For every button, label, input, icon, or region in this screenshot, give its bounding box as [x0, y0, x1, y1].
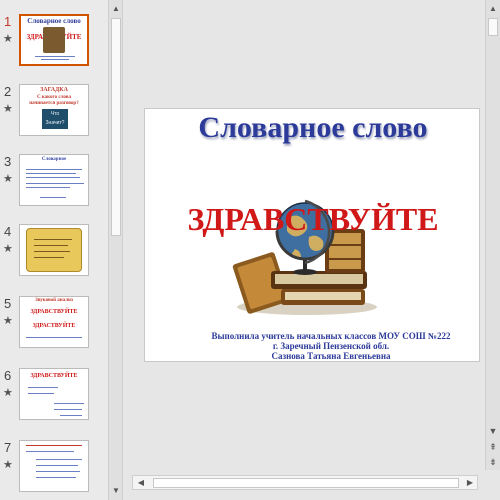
thumbnail-text-line [36, 465, 78, 466]
vertical-scroll-thumb[interactable] [488, 18, 498, 36]
slide-title[interactable]: Словарное слово [145, 111, 481, 145]
animation-star-icon: ★ [3, 243, 13, 255]
slide-vertical-scrollbar[interactable]: ▲ ▼ ⇞ ⇟ [485, 0, 500, 470]
thumbnail-title: Звуковой анализ [35, 298, 73, 303]
horizontal-scroll-thumb[interactable] [153, 478, 459, 488]
animation-star-icon: ★ [3, 459, 13, 471]
slide-thumbnail-5[interactable]: Звуковой анализ ЗДРАВСТВУЙТЕ ЗДРАСТВУЙТЕ [19, 296, 89, 348]
thumbnail-text-line [36, 471, 80, 472]
thumbnail-scrollbar[interactable]: ▲ ▼ [108, 0, 123, 500]
animation-star-icon: ★ [3, 103, 13, 115]
scroll-right-icon[interactable]: ▶ [463, 476, 477, 490]
thumbnail-row-2[interactable]: 2 ★ ЗАГАДКА С какого слова начинается ра… [0, 84, 108, 144]
thumbnail-text-line [40, 197, 66, 198]
slide-thumbnail-7[interactable] [19, 440, 89, 492]
thumbnail-text-line [36, 477, 76, 478]
scroll-left-icon[interactable]: ◀ [134, 476, 148, 490]
thumbnail-title: Словарное [41, 157, 67, 162]
slide-number: 3 [4, 154, 12, 169]
thumbnail-row-1[interactable]: 1 ★ Словарное слово ЗДРАВСТВУЙТЕ [0, 14, 108, 74]
thumbnail-text-line [34, 245, 68, 246]
thumbnail-row-5[interactable]: 5 ★ Звуковой анализ ЗДРАВСТВУЙТЕ ЗДРАСТВ… [0, 296, 108, 356]
thumbnail-badge: Что Значит? [42, 109, 68, 129]
thumbnail-row-4[interactable]: 4 ★ [0, 224, 108, 284]
thumbnail-text-line [34, 251, 70, 252]
next-slide-icon[interactable]: ⇟ [486, 455, 500, 469]
thumbnail-text-line [41, 59, 69, 60]
slide-number: 2 [4, 84, 12, 99]
globe-books-thumbnail-image [43, 27, 65, 53]
scroll-down-icon[interactable]: ▼ [109, 484, 123, 498]
thumbnail-text-line [26, 173, 76, 174]
slide-thumbnail-3[interactable]: Словарное [19, 154, 89, 206]
slide-editing-area: Словарное слово ЗДРАВСТВУЙТЕ Выполнила у… [124, 0, 485, 470]
thumbnail-text-line [60, 415, 82, 416]
animation-star-icon: ★ [3, 173, 13, 185]
thumbnail-text-line [26, 169, 82, 170]
thumbnail-text-line [26, 451, 74, 452]
thumbnail-title: ЗАГАДКА [40, 87, 68, 93]
thumbnail-text-line [34, 257, 64, 258]
thumbnail-text: С какого слова [37, 95, 71, 100]
thumbnail-row-6[interactable]: 6 ★ ЗДРАВСТВУЙТЕ [0, 368, 108, 428]
thumbnail-text-line [26, 183, 84, 184]
slide-vocabulary-word[interactable]: ЗДРАВСТВУЙТЕ [145, 201, 481, 238]
slide-number: 5 [4, 296, 12, 311]
horizontal-scrollbar-area: ◀ ▶ [124, 470, 485, 500]
previous-slide-icon[interactable]: ⇞ [486, 440, 500, 454]
slide-number: 7 [4, 440, 12, 455]
author-line: г. Заречный Пензенской обл. [272, 341, 390, 351]
slide-number: 4 [4, 224, 12, 239]
slide-author-credit[interactable]: Выполнила учитель начальных классов МОУ … [181, 331, 481, 361]
thumbnail-text-line [34, 239, 72, 240]
thumbnail-title: Словарное слово [27, 17, 81, 25]
scroll-down-icon[interactable]: ▼ [486, 424, 500, 438]
thumbnail-text-line [54, 403, 84, 404]
thumbnail-text-line [35, 56, 75, 57]
thumbnail-text-line [26, 177, 80, 178]
thumbnail-text-line [36, 459, 82, 460]
animation-star-icon: ★ [3, 33, 13, 45]
slide-thumbnail-6[interactable]: ЗДРАВСТВУЙТЕ [19, 368, 89, 420]
scroll-up-icon[interactable]: ▲ [109, 2, 123, 16]
thumbnail-text-line [28, 387, 58, 388]
thumbnail-text-line [26, 445, 82, 446]
thumbnail-text-line [28, 393, 54, 394]
scroll-parchment-image [26, 228, 82, 272]
slide-thumbnail-1[interactable]: Словарное слово ЗДРАВСТВУЙТЕ [19, 14, 89, 66]
thumbnail-text: начинается разговор? [29, 101, 79, 106]
slide-thumbnail-pane: 1 ★ Словарное слово ЗДРАВСТВУЙТЕ 2 ★ ЗАГ… [0, 0, 108, 500]
slide-thumbnail-4[interactable] [19, 224, 89, 276]
slide-number: 1 [4, 14, 12, 29]
slide-thumbnail-2[interactable]: ЗАГАДКА С какого слова начинается разгов… [19, 84, 89, 136]
thumbnail-row-3[interactable]: 3 ★ Словарное [0, 154, 108, 214]
globe-and-books-image[interactable] [225, 179, 385, 319]
presentation-editor: 1 ★ Словарное слово ЗДРАВСТВУЙТЕ 2 ★ ЗАГ… [0, 0, 500, 500]
thumbnail-scroll-thumb[interactable] [111, 18, 121, 236]
thumbnail-row-7[interactable]: 7 ★ [0, 440, 108, 500]
slide-number: 6 [4, 368, 12, 383]
thumbnail-word: ЗДРАВСТВУЙТЕ [30, 373, 78, 379]
animation-star-icon: ★ [3, 387, 13, 399]
thumbnail-word: ЗДРАСТВУЙТЕ [32, 323, 76, 329]
scroll-up-icon[interactable]: ▲ [486, 2, 500, 16]
horizontal-scrollbar[interactable]: ◀ ▶ [132, 475, 478, 490]
author-line: Выполнила учитель начальных классов МОУ … [211, 331, 451, 341]
thumbnail-text-line [26, 187, 70, 188]
author-line: Сазнова Татьяна Евгеньевна [271, 351, 391, 361]
thumbnail-word: ЗДРАВСТВУЙТЕ [30, 309, 78, 315]
thumbnail-text-line [26, 337, 82, 338]
animation-star-icon: ★ [3, 315, 13, 327]
thumbnail-text-line [54, 409, 82, 410]
current-slide[interactable]: Словарное слово ЗДРАВСТВУЙТЕ Выполнила у… [144, 108, 480, 362]
